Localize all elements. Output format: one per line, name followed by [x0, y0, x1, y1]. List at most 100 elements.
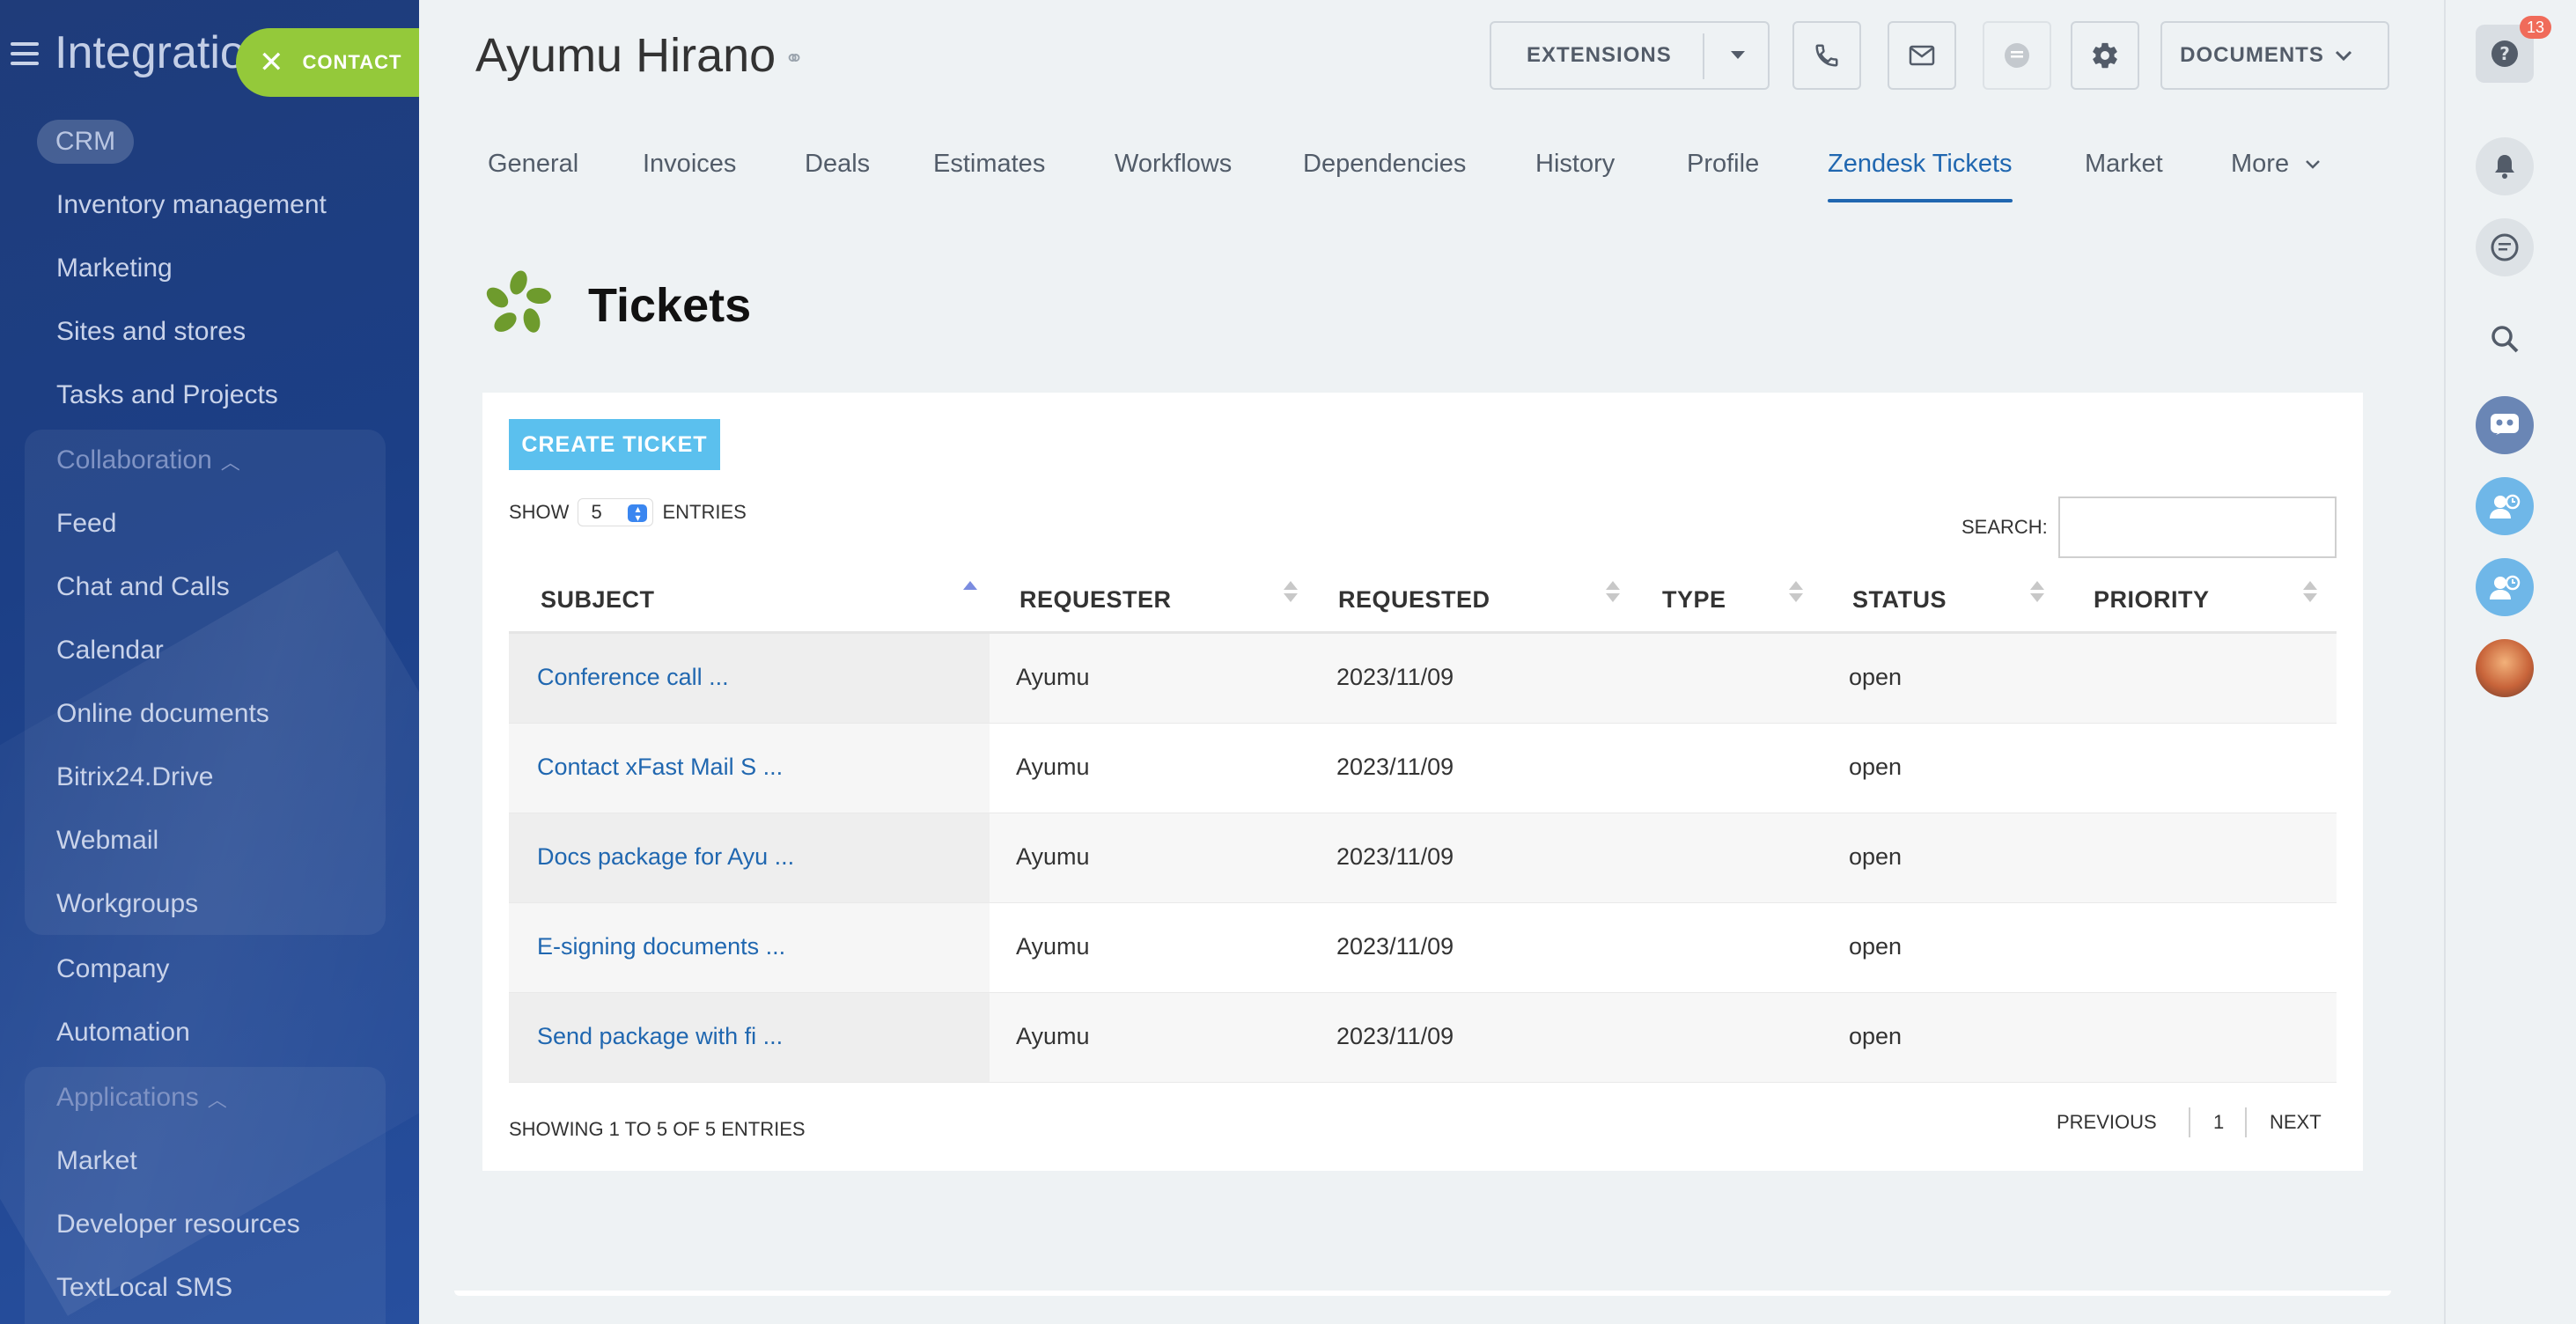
sort-asc-icon[interactable]: [963, 581, 977, 607]
ticket-requester: Ayumu: [1016, 1023, 1090, 1049]
chevron-up-icon: ︿: [220, 452, 240, 474]
tab-profile[interactable]: Profile: [1687, 150, 1759, 179]
sidebar-item-tasks[interactable]: Tasks and Projects: [56, 380, 278, 410]
next-page-button[interactable]: NEXT: [2270, 1111, 2322, 1134]
tab-invoices[interactable]: Invoices: [643, 150, 736, 179]
ticket-subject-link[interactable]: Contact xFast Mail S ...: [537, 754, 783, 781]
sort-icon[interactable]: [2303, 581, 2317, 607]
search-input[interactable]: [2058, 496, 2337, 558]
collaboration-title-label: Collaboration: [56, 445, 212, 474]
messages-button[interactable]: [2476, 218, 2534, 276]
table-row: Send package with fi ... Ayumu 2023/11/0…: [509, 993, 2337, 1083]
applications-group-title[interactable]: Applications ︿: [56, 1083, 227, 1113]
tickets-title: Tickets: [588, 279, 752, 332]
collaboration-group-title[interactable]: Collaboration ︿: [56, 445, 240, 475]
extensions-button[interactable]: EXTENSIONS: [1490, 21, 1770, 90]
ticket-subject-link[interactable]: E-signing documents ...: [537, 933, 785, 960]
sidebar-item-market[interactable]: Market: [56, 1146, 137, 1176]
sidebar-item-automation[interactable]: Automation: [56, 1018, 190, 1048]
sidebar-item-textlocal[interactable]: TextLocal SMS: [56, 1273, 232, 1303]
select-spinner-icon: ▴ ▾: [628, 504, 648, 523]
sidebar-item-webmail[interactable]: Webmail: [56, 826, 158, 856]
tab-dependencies[interactable]: Dependencies: [1303, 150, 1466, 179]
group-chat-button[interactable]: [2476, 396, 2534, 454]
avatar[interactable]: [2476, 639, 2534, 697]
sidebar-item-company[interactable]: Company: [56, 954, 169, 984]
contact-name: Ayumu Hirano: [475, 29, 776, 82]
sidebar-item-inventory[interactable]: Inventory management: [56, 190, 327, 220]
help-button[interactable]: ? 13: [2476, 16, 2551, 83]
user-status-button[interactable]: [2476, 558, 2534, 616]
ticket-requested: 2023/11/09: [1336, 843, 1454, 870]
sidebar-item-workgroups[interactable]: Workgroups: [56, 889, 198, 919]
content-bottom-edge: [454, 1291, 2391, 1296]
divider: [2189, 1107, 2190, 1137]
column-requested[interactable]: REQUESTED: [1338, 586, 1490, 614]
sidebar-item-marketing[interactable]: Marketing: [56, 254, 173, 283]
page-number-button[interactable]: 1: [2213, 1111, 2224, 1134]
settings-button[interactable]: [2071, 21, 2139, 90]
search-button[interactable]: [2476, 310, 2534, 368]
link-icon[interactable]: ⚭: [784, 45, 804, 72]
table-row: Docs package for Ayu ... Ayumu 2023/11/0…: [509, 813, 2337, 903]
documents-button[interactable]: DOCUMENTS: [2160, 21, 2389, 90]
page-title: Ayumu Hirano ⚭: [475, 28, 804, 83]
sort-icon[interactable]: [2030, 581, 2044, 607]
tab-workflows[interactable]: Workflows: [1115, 150, 1232, 179]
ticket-subject-link[interactable]: Docs package for Ayu ...: [537, 843, 794, 871]
sidebar-item-sites[interactable]: Sites and stores: [56, 317, 246, 347]
sidebar-item-developer-resources[interactable]: Developer resources: [56, 1210, 300, 1239]
tab-zendesk-tickets[interactable]: Zendesk Tickets: [1828, 150, 2013, 202]
notifications-button[interactable]: [2476, 137, 2534, 195]
tab-market[interactable]: Market: [2085, 150, 2163, 179]
previous-page-button[interactable]: PREVIOUS: [2057, 1111, 2157, 1134]
create-ticket-button[interactable]: CREATE TICKET: [509, 419, 720, 470]
ticket-requested: 2023/11/09: [1336, 664, 1454, 690]
hamburger-menu-icon[interactable]: [11, 42, 39, 65]
ticket-subject-link[interactable]: Send package with fi ...: [537, 1023, 783, 1050]
column-priority[interactable]: PRIORITY: [2094, 586, 2210, 614]
collaboration-group: [25, 430, 386, 935]
chevron-down-icon[interactable]: [1731, 51, 1745, 59]
open-lines-button[interactable]: [2476, 477, 2534, 535]
close-icon: ✕: [259, 46, 285, 79]
mail-button[interactable]: [1888, 21, 1956, 90]
ticket-requester: Ayumu: [1016, 933, 1090, 960]
sort-icon[interactable]: [1606, 581, 1620, 607]
show-entries-control: SHOW 5 ▴ ▾ ENTRIES: [509, 498, 747, 526]
sidebar-item-crm[interactable]: CRM: [37, 120, 134, 164]
entries-select[interactable]: 5 ▴ ▾: [578, 498, 654, 526]
ticket-requested: 2023/11/09: [1336, 1023, 1454, 1049]
ticket-requested: 2023/11/09: [1336, 754, 1454, 780]
ticket-subject-link[interactable]: Conference call ...: [537, 664, 729, 691]
sidebar-item-chat[interactable]: Chat and Calls: [56, 572, 230, 602]
sort-icon[interactable]: [1284, 581, 1298, 607]
help-icon: ?: [2491, 40, 2518, 67]
chat-button[interactable]: [1983, 21, 2051, 90]
tab-deals[interactable]: Deals: [805, 150, 870, 179]
zendesk-logo: [484, 269, 553, 342]
column-requester[interactable]: REQUESTER: [1019, 586, 1172, 614]
ticket-status: open: [1849, 1023, 1903, 1049]
sidebar-item-online-documents[interactable]: Online documents: [56, 699, 269, 729]
chat-icon: [2005, 43, 2029, 68]
sort-icon[interactable]: [1789, 581, 1803, 607]
ticket-requested: 2023/11/09: [1336, 933, 1454, 960]
table-row: Conference call ... Ayumu 2023/11/09 ope…: [509, 634, 2337, 724]
column-type[interactable]: TYPE: [1662, 586, 1726, 614]
column-subject[interactable]: SUBJECT: [541, 586, 655, 614]
right-rail: ? 13: [2444, 0, 2576, 1324]
sidebar-item-feed[interactable]: Feed: [56, 509, 116, 539]
phone-button[interactable]: [1792, 21, 1861, 90]
sidebar-item-calendar[interactable]: Calendar: [56, 636, 164, 666]
contact-close-button[interactable]: ✕ CONTACT: [236, 28, 419, 97]
column-status[interactable]: STATUS: [1852, 586, 1947, 614]
sidebar-item-drive[interactable]: Bitrix24.Drive: [56, 762, 213, 792]
ticket-status: open: [1849, 754, 1903, 780]
tab-history[interactable]: History: [1535, 150, 1615, 179]
chevron-up-icon: ︿: [207, 1089, 227, 1112]
tab-more[interactable]: More: [2231, 150, 2321, 179]
search-label: SEARCH:: [1961, 516, 2048, 538]
tab-estimates[interactable]: Estimates: [933, 150, 1045, 179]
tab-general[interactable]: General: [488, 150, 578, 179]
